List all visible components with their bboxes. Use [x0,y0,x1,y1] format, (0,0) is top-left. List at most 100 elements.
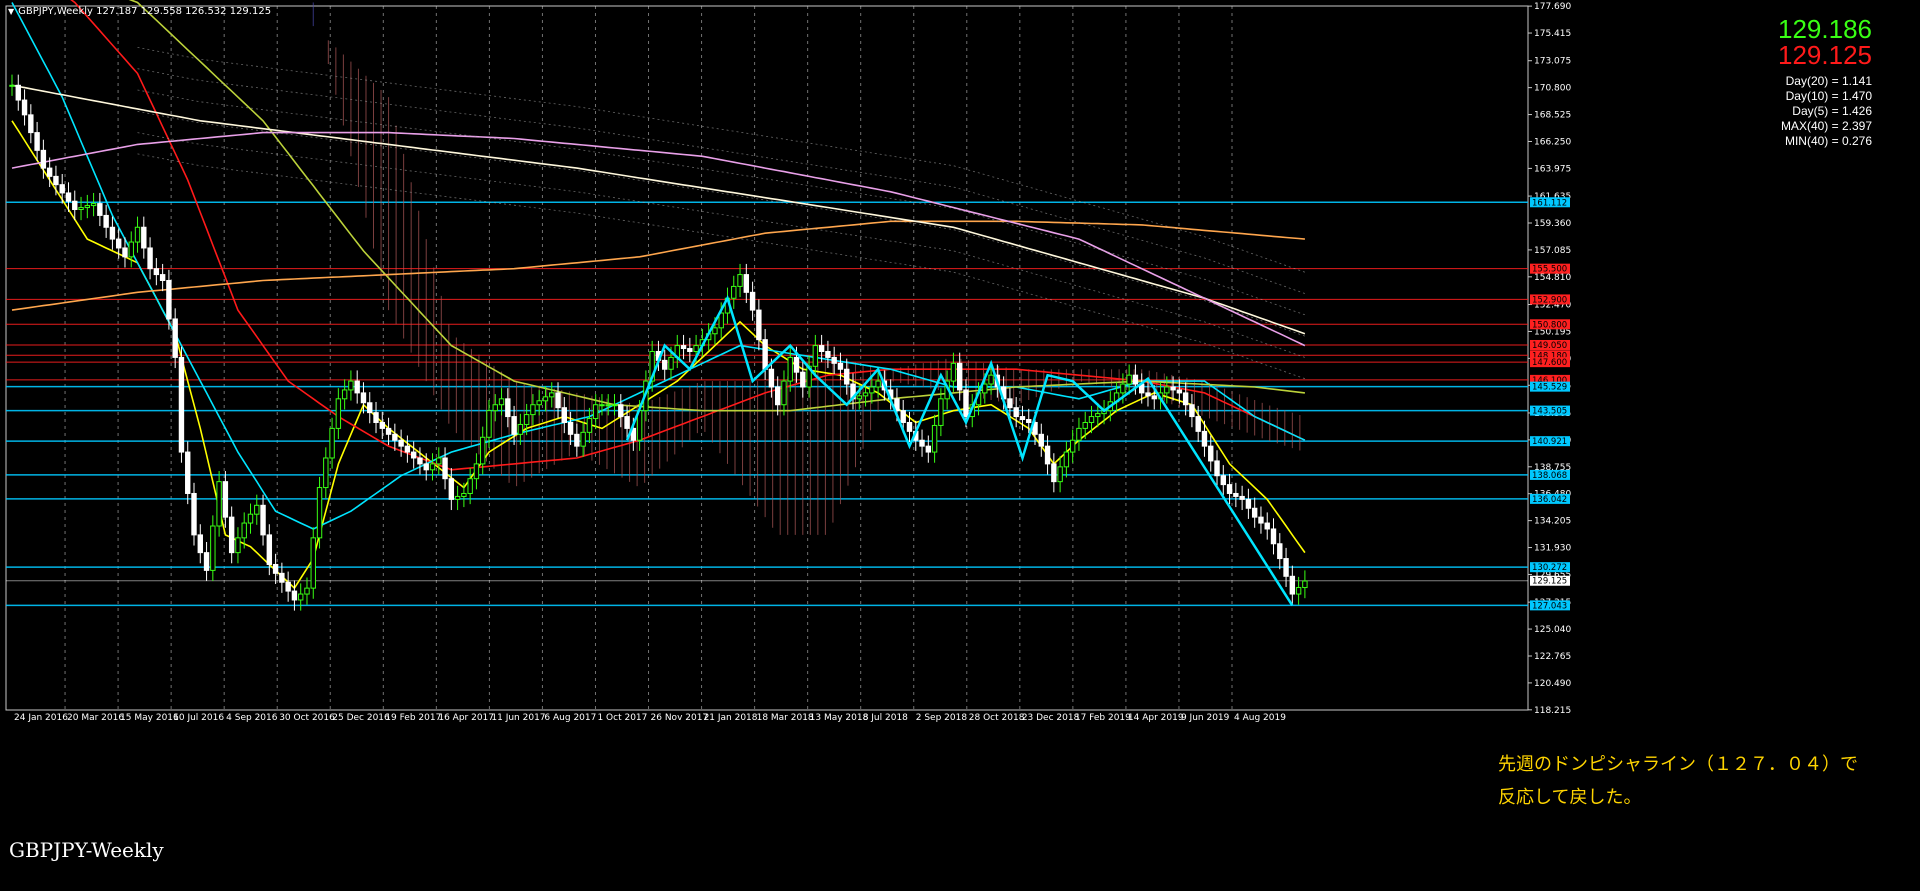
y-tick-label: 134.205 [1534,517,1571,527]
candle-body [442,457,448,480]
x-tick-label: 28 Oct 2018 [969,713,1025,723]
x-tick-label: 21 Jan 2018 [704,713,758,723]
candle-body [185,451,191,494]
candle-body [272,563,279,574]
candle-body [310,537,316,589]
candle-body [279,572,285,583]
dropdown-icon[interactable]: ▼ [8,7,14,16]
candle-body [1076,427,1082,441]
candle-body [247,513,254,524]
candle-body [1151,395,1157,400]
annotation-line2: 反応して戻した。 [1498,787,1642,808]
candle-body [1189,404,1195,418]
candle-body [1258,516,1264,524]
candle-body [454,495,461,500]
candle-body [1095,413,1101,418]
candle-body [668,356,674,370]
candle-body [737,274,743,287]
candle-body [1176,389,1183,394]
annotation-text: 先週のドンピシャライン（１２７．０４）で 反応して戻した。 [1498,748,1858,814]
candle-body [486,410,492,438]
candle-body [831,356,837,364]
x-tick-label: 13 May 2018 [810,713,869,723]
candle-body [768,368,775,388]
candle-body [875,380,881,388]
candle-body [28,114,34,134]
candle-body [172,318,178,358]
candle-body [749,291,756,311]
candles [9,74,1308,611]
candle-body [812,345,819,367]
candle-body [492,404,498,412]
candle-body [1132,374,1139,385]
candle-body [523,414,530,425]
candle-body [222,481,229,518]
candle-body [423,463,429,471]
candle-body [473,463,480,480]
candle-body [618,404,624,418]
stat-max40: MAX(40) = 2.397 [1780,119,1872,133]
candle-body [254,504,260,515]
candle-body [15,84,21,101]
x-tick-label: 19 Feb 2017 [385,713,441,723]
y-tick-label: 173.075 [1534,57,1571,67]
price-line-label: 147.600 [1532,358,1567,368]
candle-body [530,404,536,416]
ma-line-6 [11,131,1306,347]
candle-body [228,516,235,554]
price-panel: 129.186 129.125 Day(20) = 1.141 Day(10) … [1778,16,1872,149]
price-line-label: 138.068 [1532,471,1567,481]
candle-body [592,404,599,420]
candle-body [712,327,718,335]
envelope-band [137,68,1306,294]
candle-body [46,167,53,177]
candle-body [680,345,687,350]
candle-body [373,412,379,423]
candle-body [178,356,185,453]
candle-body [511,416,517,435]
x-tick-label: 18 Mar 2018 [757,713,814,723]
candle-body [988,374,994,385]
ma-line-4 [11,220,1305,311]
candle-body [1182,392,1189,406]
candle-body [40,149,47,169]
candle-body [1126,374,1132,385]
candle-body [1019,416,1026,421]
candle-body [304,587,310,595]
candle-body [662,359,668,370]
candle-body [1051,463,1057,483]
y-tick-label: 157.085 [1534,246,1571,256]
candle-body [260,504,266,536]
x-tick-label: 23 Dec 2018 [1022,713,1080,723]
candle-body [555,392,561,409]
candle-body [354,380,360,394]
candle-body [291,590,298,601]
candle-body [429,463,436,471]
candle-body [1082,421,1088,429]
candle-body [787,356,793,382]
x-tick-label: 2 Sep 2018 [916,713,968,723]
candle-body [1264,522,1270,530]
candle-body [103,214,109,228]
price-line-label: 150.800 [1532,320,1567,330]
candle-body [687,348,693,352]
candle-body [379,421,385,429]
candle-body [580,431,586,447]
zigzag-line [625,294,1294,607]
candle-body [480,436,486,465]
candle-body [762,339,768,370]
candle-body [743,274,750,293]
candle-body [134,226,141,243]
candle-body [404,445,411,453]
candle-body [605,404,611,407]
price-line-label: 143.505 [1532,407,1567,417]
x-tick-label: 14 Apr 2019 [1128,713,1184,723]
candle-body [567,421,574,435]
x-tick-label: 6 Aug 2017 [544,713,596,723]
candle-body [1270,528,1277,545]
candle-body [84,205,91,209]
candle-body [348,380,354,391]
candle-body [900,410,906,423]
candle-body [938,398,944,426]
candle-body [574,433,580,447]
